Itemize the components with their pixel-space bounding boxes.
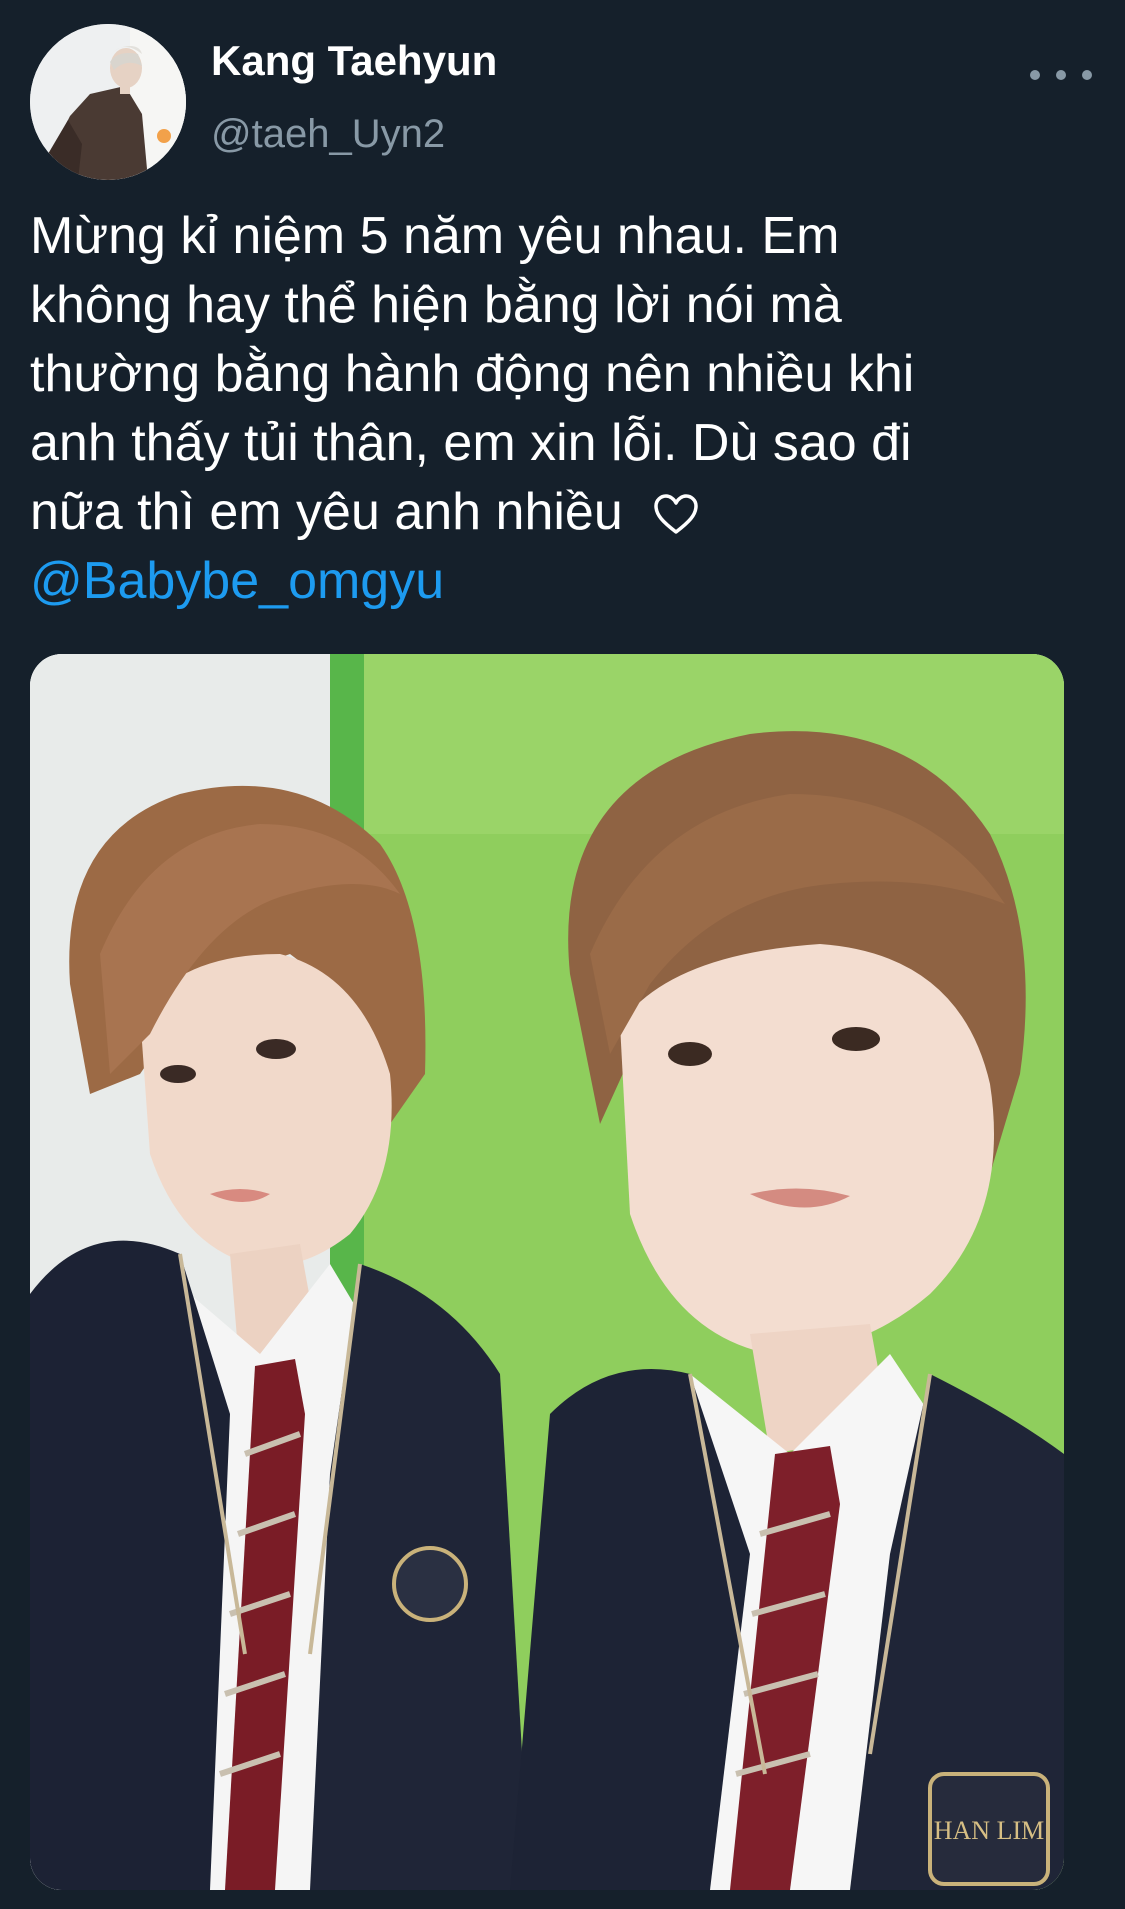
more-icon-dot bbox=[1056, 70, 1066, 80]
avatar[interactable] bbox=[30, 24, 186, 180]
more-icon-dot bbox=[1030, 70, 1040, 80]
tweet-text-line: thường bằng hành động nên nhiều khi bbox=[30, 345, 915, 403]
display-name[interactable]: Kang Taehyun bbox=[211, 36, 497, 86]
badge-text: HAN LIM bbox=[934, 1816, 1045, 1845]
avatar-icon bbox=[30, 24, 186, 180]
tweet-text-line: không hay thể hiện bằng lời nói mà bbox=[30, 276, 842, 334]
tweet-text-line: nữa thì em yêu anh nhiều bbox=[30, 483, 623, 541]
more-options-button[interactable] bbox=[1030, 60, 1092, 90]
tweet-text: Mừng kỉ niệm 5 năm yêu nhau. Em không ha… bbox=[30, 202, 1100, 616]
tweet-text-line: anh thấy tủi thân, em xin lỗi. Dù sao đi bbox=[30, 414, 912, 472]
tweet: Kang Taehyun @taeh_Uyn2 Mừng kỉ niệm 5 n… bbox=[0, 0, 1125, 1909]
tweet-text-line: Mừng kỉ niệm 5 năm yêu nhau. Em bbox=[30, 207, 840, 265]
user-handle[interactable]: @taeh_Uyn2 bbox=[211, 110, 445, 158]
tweet-photo[interactable]: HAN LIM bbox=[30, 654, 1064, 1890]
heart-icon bbox=[654, 494, 698, 534]
mention-link[interactable]: @Babybe_omgyu bbox=[30, 552, 444, 610]
tweet-text-line-last: nữa thì em yêu anh nhiều bbox=[30, 478, 1100, 547]
photo-icon: HAN LIM bbox=[30, 654, 1064, 1890]
more-icon-dot bbox=[1082, 70, 1092, 80]
